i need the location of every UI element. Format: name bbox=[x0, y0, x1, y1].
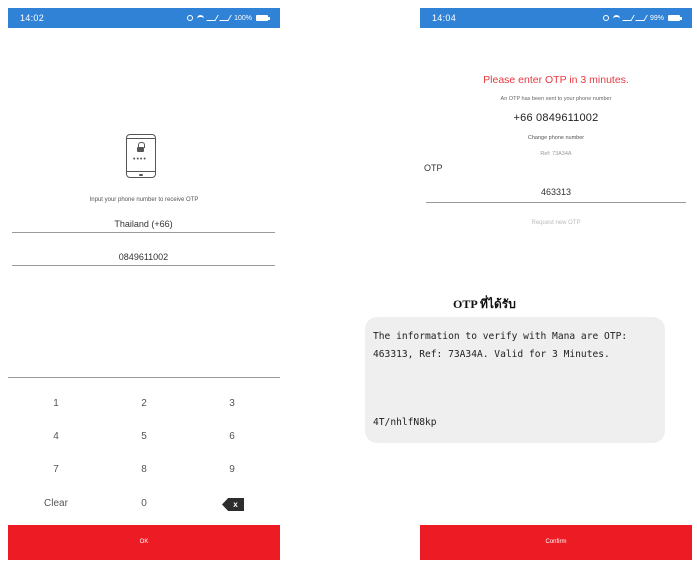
signal-icon bbox=[622, 15, 635, 21]
country-select[interactable]: Thailand (+66) bbox=[12, 215, 275, 233]
phone-lock-icon: •••• bbox=[126, 134, 156, 178]
key-0[interactable]: 0 bbox=[114, 497, 174, 511]
keypad-divider bbox=[8, 377, 280, 378]
otp-title: Please enter OTP in 3 minutes. bbox=[483, 74, 629, 86]
otp-sent-message: An OTP has been sent to your phone numbe… bbox=[500, 96, 612, 102]
key-7[interactable]: 7 bbox=[26, 463, 86, 477]
key-6[interactable]: 6 bbox=[202, 430, 262, 444]
key-9[interactable]: 9 bbox=[202, 463, 262, 477]
status-bar: 14:02 100% bbox=[8, 8, 280, 28]
key-2[interactable]: 2 bbox=[114, 397, 174, 411]
otp-label: OTP bbox=[424, 163, 443, 173]
sms-message-bubble: The information to verify with Mana are … bbox=[365, 317, 665, 443]
change-phone-link[interactable]: Change phone number bbox=[420, 135, 692, 141]
instruction-text: Input your phone number to receive OTP bbox=[89, 197, 199, 203]
confirm-button[interactable]: Confirm bbox=[420, 525, 692, 560]
battery-percent: 100% bbox=[234, 14, 252, 22]
signal-icon bbox=[635, 15, 648, 21]
battery-icon bbox=[256, 15, 270, 21]
status-time: 14:02 bbox=[20, 13, 45, 23]
signal-icon bbox=[219, 15, 232, 21]
otp-input[interactable]: 463313 bbox=[426, 187, 686, 203]
backspace-icon[interactable]: x bbox=[222, 498, 244, 511]
status-icons: 100% bbox=[187, 14, 270, 22]
sms-line-2: 463313, Ref: 73A34A. Valid for 3 Minutes… bbox=[373, 349, 610, 360]
status-time: 14:04 bbox=[432, 13, 457, 23]
battery-percent: 99% bbox=[649, 14, 664, 22]
clear-button[interactable]: Clear bbox=[26, 497, 86, 511]
sms-line-1: The information to verify with Mana are … bbox=[373, 331, 628, 342]
phone-entry-screen: 14:02 100% •••• Input your phone number … bbox=[8, 8, 280, 560]
sms-code: 4T/nhlfN8kp bbox=[373, 417, 437, 428]
phone-number-input[interactable]: 0849611002 bbox=[12, 248, 275, 266]
settings-icon bbox=[187, 15, 194, 21]
battery-icon bbox=[668, 15, 682, 21]
status-icons: 99% bbox=[602, 14, 682, 22]
phone-number-display: +66 0849611002 bbox=[513, 112, 599, 124]
request-new-otp-link[interactable]: Request new OTP bbox=[420, 220, 692, 226]
sms-heading: OTP ที่ได้รับ bbox=[453, 297, 516, 311]
status-bar: 14:04 99% bbox=[420, 8, 692, 28]
key-8[interactable]: 8 bbox=[114, 463, 174, 477]
wifi-icon bbox=[612, 14, 620, 22]
otp-entry-screen: 14:04 99% Please enter OTP in 3 minutes.… bbox=[420, 8, 692, 560]
key-4[interactable]: 4 bbox=[26, 430, 86, 444]
signal-icon bbox=[206, 15, 219, 21]
key-1[interactable]: 1 bbox=[26, 397, 86, 411]
ok-button[interactable]: OK bbox=[8, 525, 280, 560]
wifi-icon bbox=[197, 14, 205, 22]
settings-icon bbox=[602, 15, 609, 21]
ref-code: Ref: 73A34A bbox=[540, 151, 572, 157]
key-5[interactable]: 5 bbox=[114, 430, 174, 444]
key-3[interactable]: 3 bbox=[202, 397, 262, 411]
